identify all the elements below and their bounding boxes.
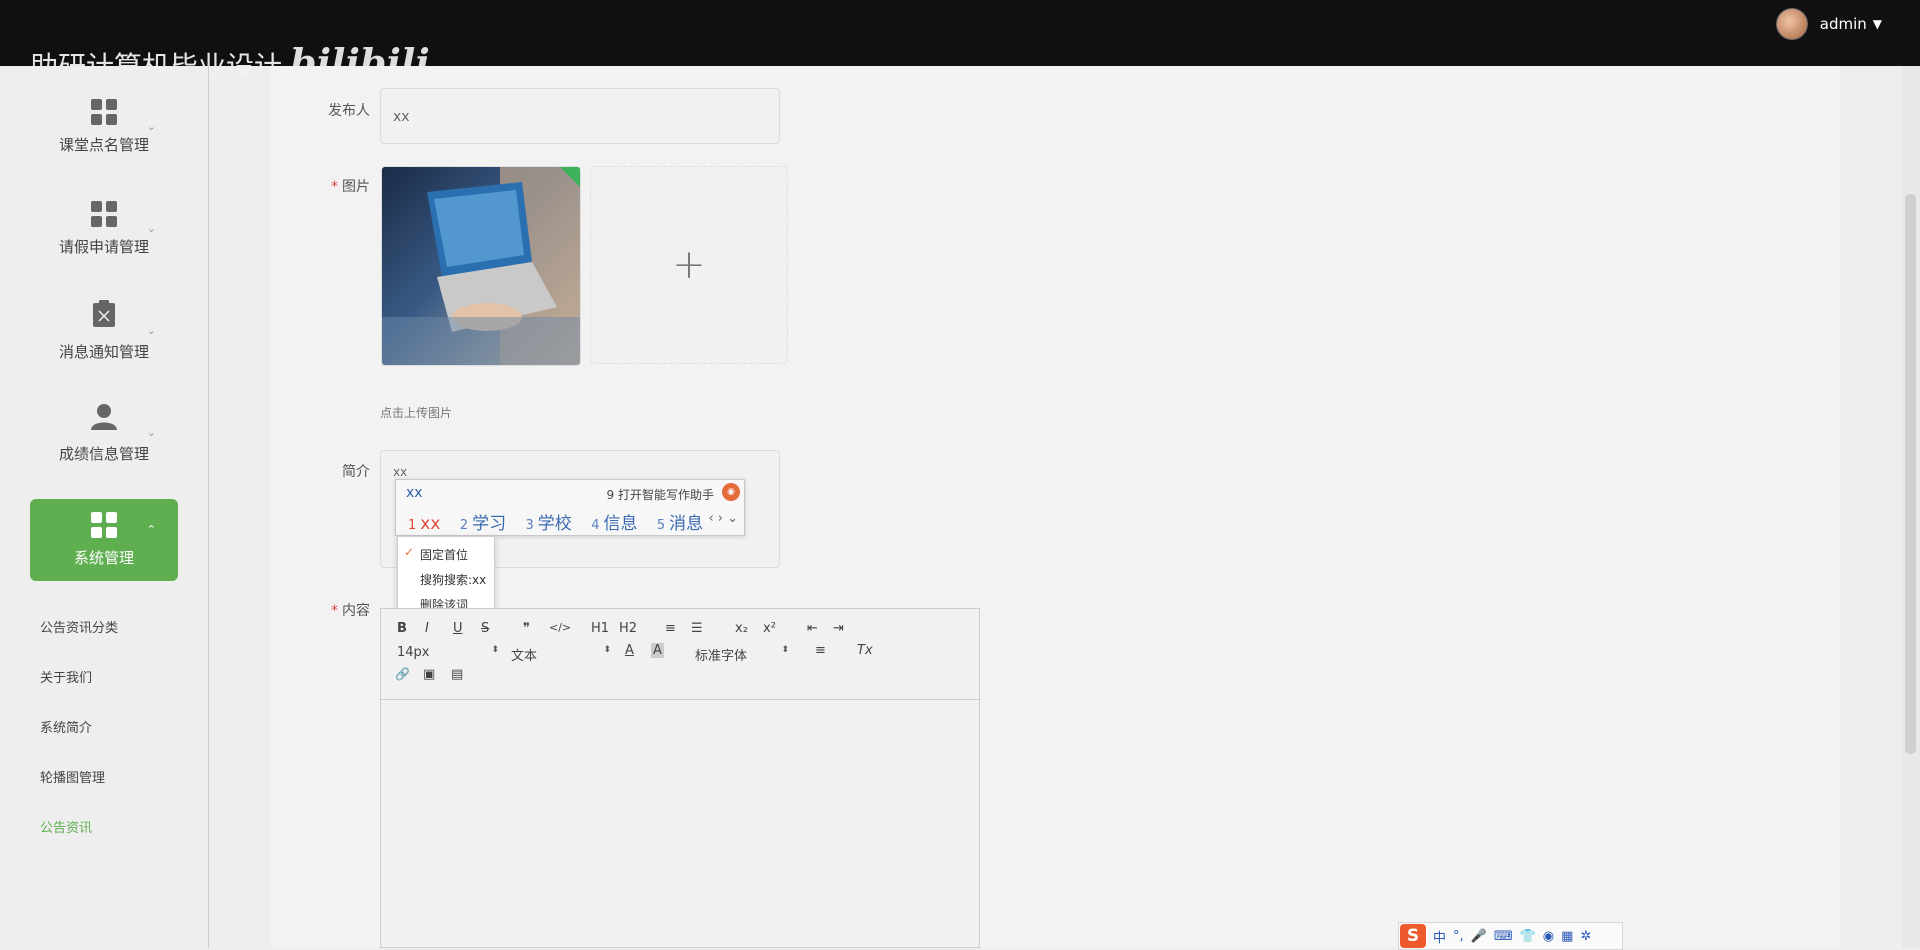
ime-assistant-link[interactable]: 9 打开智能写作助手 — [607, 486, 714, 503]
heading2-button[interactable]: H2 — [619, 621, 637, 636]
submenu-news[interactable]: 公告资讯 — [40, 817, 92, 836]
publisher-label: 发布人 — [328, 103, 370, 119]
microphone-icon[interactable]: 🎤 — [1471, 929, 1487, 944]
code-block-button[interactable]: </> — [549, 621, 571, 634]
bold-button[interactable]: B — [397, 621, 407, 636]
sidebar-item-label: 请假申请管理 — [58, 238, 149, 256]
italic-button[interactable]: I — [425, 621, 429, 636]
underline-button[interactable]: U — [453, 621, 463, 636]
keyboard-icon[interactable]: ⌨ — [1494, 929, 1513, 944]
chevron-down-icon: ⌄ — [146, 222, 156, 235]
video-icon[interactable]: ▤ — [451, 667, 463, 682]
punctuation-icon[interactable]: °, — [1453, 929, 1464, 944]
image-label: * 图片 — [331, 179, 370, 195]
sidebar-item-system[interactable]: 系统管理 ⌃ — [30, 499, 178, 581]
settings-icon[interactable]: ✲ — [1580, 929, 1591, 944]
subscript-button[interactable]: x₂ — [735, 621, 748, 636]
text-type-select[interactable]: 文本 ⬍ — [511, 645, 611, 664]
indent-button[interactable]: ⇥ — [833, 621, 844, 636]
sidebar: 课堂点名管理 ⌄ 请假申请管理 ⌄ 消息通知管理 ⌄ 成绩信息管理 ⌄ 系统管理… — [0, 66, 209, 948]
heading1-button[interactable]: H1 — [591, 621, 609, 636]
align-button[interactable]: ≡ — [815, 643, 826, 658]
add-image-button[interactable]: + — [590, 166, 788, 364]
bullet-list-button[interactable]: ☰ — [691, 621, 703, 636]
editor-toolbar: B I U S ❞ </> H1 H2 ≡ ☰ x₂ x² ⇤ ⇥ 14px ⬍ … — [381, 609, 979, 700]
clear-format-button[interactable]: Tx — [857, 643, 873, 658]
ime-candidate[interactable]: 1 xx — [408, 514, 440, 534]
apps-icon[interactable]: ▦ — [1561, 929, 1573, 944]
content-label: * 内容 — [331, 603, 370, 619]
toolbox-icon[interactable]: ◉ — [1543, 929, 1554, 944]
ime-candidate[interactable]: 5 消息 — [657, 514, 703, 534]
submenu-carousel[interactable]: 轮播图管理 — [40, 767, 105, 786]
sidebar-item-leave[interactable]: 请假申请管理 ⌄ — [30, 198, 178, 280]
chevron-down-icon: ⌄ — [146, 426, 156, 439]
ime-status-bar: S 中 °, 🎤 ⌨ 👕 ◉ ▦ ✲ — [1398, 922, 1623, 950]
blockquote-button[interactable]: ❞ — [523, 621, 530, 636]
sogou-logo-icon[interactable]: S — [1400, 924, 1426, 948]
background-color-button[interactable]: A — [651, 643, 664, 658]
ime-context-menu: ✓ 固定首位 搜狗搜索:xx 删除该词 — [397, 536, 495, 618]
chevron-down-icon: ⌄ — [146, 120, 156, 133]
submenu-system-intro[interactable]: 系统简介 — [40, 717, 92, 736]
check-icon: ✓ — [404, 545, 415, 559]
select-arrow-icon: ⬍ — [491, 645, 499, 655]
rich-text-editor[interactable]: B I U S ❞ </> H1 H2 ≡ ☰ x₂ x² ⇤ ⇥ 14px ⬍ … — [380, 608, 980, 948]
skin-icon[interactable]: 👕 — [1520, 929, 1536, 944]
superscript-button[interactable]: x² — [763, 621, 776, 636]
ime-candidate-window: xx 9 打开智能写作助手 ◉ 1 xx 2 学习 3 学校 4 信息 5 消息 ‹ › … — [395, 479, 745, 536]
ime-candidate[interactable]: 2 学习 — [460, 514, 506, 534]
upload-hint: 点击上传图片 — [380, 406, 453, 420]
image-icon[interactable]: ▣ — [423, 667, 435, 682]
page-scrollbar[interactable] — [1902, 66, 1920, 948]
ordered-list-button[interactable]: ≡ — [665, 621, 676, 636]
sidebar-item-label: 消息通知管理 — [58, 343, 149, 361]
ime-candidates: 1 xx 2 学习 3 学校 4 信息 5 消息 — [408, 509, 717, 534]
caret-down-icon[interactable]: ▼ — [1873, 17, 1882, 31]
strike-button[interactable]: S — [481, 621, 489, 636]
ime-composition: xx — [406, 485, 423, 501]
ime-candidate[interactable]: 3 学校 — [526, 514, 572, 534]
scrollbar-thumb[interactable] — [1905, 194, 1916, 754]
sidebar-item-messages[interactable]: 消息通知管理 ⌄ — [30, 300, 178, 382]
publisher-input[interactable]: xx — [380, 88, 780, 144]
text-color-button[interactable]: A — [625, 643, 634, 658]
username[interactable]: admin — [1820, 15, 1867, 33]
sidebar-item-label: 课堂点名管理 — [58, 136, 149, 154]
chevron-up-icon: ⌃ — [146, 523, 156, 536]
plus-icon: + — [672, 242, 706, 288]
top-header: 助研计算机毕业设计bilibili admin ▼ — [0, 0, 1920, 85]
intro-label: 简介 — [342, 464, 370, 480]
font-size-select[interactable]: 14px ⬍ — [397, 645, 499, 660]
menu-item-pin-first[interactable]: 固定首位 — [420, 546, 468, 563]
link-icon[interactable]: 🔗 — [395, 667, 410, 681]
select-arrow-icon: ⬍ — [781, 645, 789, 655]
user-menu[interactable]: admin ▼ — [1775, 8, 1882, 40]
sidebar-item-attendance[interactable]: 课堂点名管理 ⌄ — [30, 96, 178, 178]
lang-toggle[interactable]: 中 — [1433, 927, 1446, 946]
chevron-down-icon: ⌄ — [146, 324, 156, 337]
avatar[interactable] — [1775, 8, 1808, 40]
sidebar-item-label: 系统管理 — [73, 549, 134, 567]
submenu-about-us[interactable]: 关于我们 — [40, 667, 92, 686]
submenu-news-category[interactable]: 公告资讯分类 — [40, 617, 118, 636]
sidebar-item-grades[interactable]: 成绩信息管理 ⌄ — [30, 402, 178, 484]
select-arrow-icon: ⬍ — [603, 645, 611, 655]
sogou-assistant-icon[interactable]: ◉ — [722, 483, 740, 501]
ime-page-nav[interactable]: ‹ › ⌄ — [708, 511, 738, 526]
outdent-button[interactable]: ⇤ — [807, 621, 818, 636]
font-family-select[interactable]: 标准字体 ⬍ — [695, 645, 789, 664]
menu-item-sogou-search[interactable]: 搜狗搜索:xx — [420, 571, 486, 588]
uploaded-image-thumbnail[interactable] — [381, 166, 581, 366]
sidebar-item-label: 成绩信息管理 — [58, 445, 149, 463]
ime-candidate[interactable]: 4 信息 — [591, 514, 637, 534]
